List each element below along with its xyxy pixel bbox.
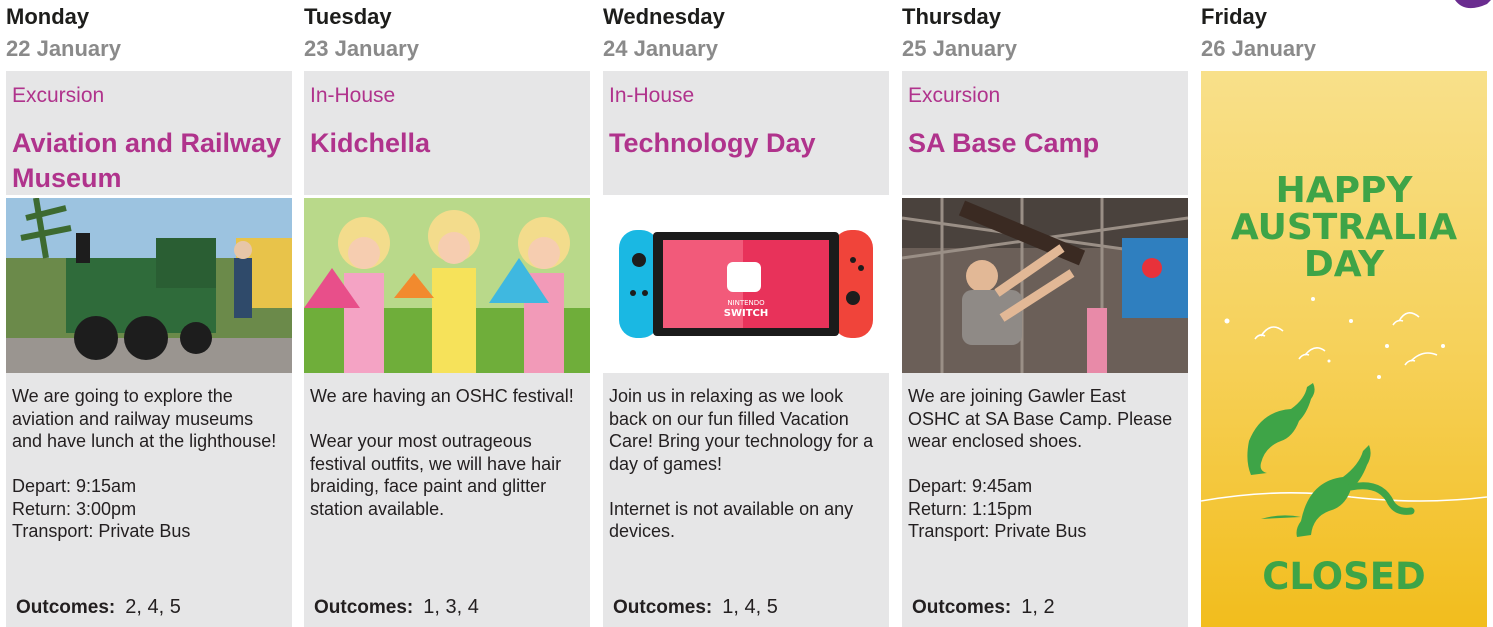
heading-line: HAPPY <box>1275 170 1413 211</box>
day-column-friday: Friday 26 January HAPPY AUSTRALIA DAY CL… <box>1201 0 1487 627</box>
outcomes-label: Outcomes: <box>912 597 1012 618</box>
day-name: Monday <box>6 4 90 29</box>
outcomes-label: Outcomes: <box>314 597 414 618</box>
activity-type: Excursion <box>908 84 1001 107</box>
day-name: Friday <box>1201 4 1268 29</box>
activity-description: We are going to explore the aviation and… <box>12 386 277 541</box>
outcomes-value: 1, 4, 5 <box>722 596 778 618</box>
festival-photo <box>304 198 590 373</box>
day-name: Wednesday <box>603 4 725 29</box>
activity-details: We are going to explore the aviation and… <box>6 373 292 627</box>
activity-type: Excursion <box>12 84 105 107</box>
kangaroo-illustration <box>1201 297 1487 537</box>
outcomes-value: 1, 2 <box>1021 596 1055 618</box>
day-name: Tuesday <box>304 4 392 29</box>
activity-details: We are having an OSHC festival! Wear you… <box>304 373 590 627</box>
day-name: Thursday <box>902 4 1002 29</box>
nintendo-switch-photo: NINTENDO SWITCH <box>603 198 889 373</box>
outcomes: Outcomes: 1, 2 <box>912 596 1055 619</box>
activity-details: Join us in relaxing as we look back on o… <box>603 373 889 627</box>
outcomes: Outcomes: 1, 4, 5 <box>613 596 778 619</box>
outcomes: Outcomes: 2, 4, 5 <box>16 596 181 619</box>
activity-title: SA Base Camp <box>908 128 1100 158</box>
activity-title: Kidchella <box>310 128 431 158</box>
activity-details: We are joining Gawler East OSHC at SA Ba… <box>902 373 1188 627</box>
train-photo <box>6 198 292 373</box>
day-column-tuesday: Tuesday 23 January In-House Kidchella We… <box>304 0 590 627</box>
closed-label: CLOSED <box>1262 555 1426 598</box>
activity-type: In-House <box>609 84 695 107</box>
australia-day-panel: HAPPY AUSTRALIA DAY CLOSED <box>1201 71 1487 627</box>
activity-header: Excursion Aviation and Railway Museum <box>6 71 292 195</box>
switch-brand-line1: NINTENDO <box>727 299 765 307</box>
activity-header: Excursion SA Base Camp <box>902 71 1188 195</box>
day-column-monday: Monday 22 January Excursion Aviation and… <box>6 0 292 627</box>
day-date: 22 January <box>6 36 121 61</box>
activity-title: Aviation and Railway Museum <box>12 128 282 193</box>
activity-title: Technology Day <box>609 128 816 158</box>
outcomes-value: 1, 3, 4 <box>423 596 479 618</box>
switch-brand-line2: SWITCH <box>724 308 768 319</box>
australia-day-heading: HAPPY AUSTRALIA DAY <box>1201 172 1487 283</box>
day-date: 24 January <box>603 36 718 61</box>
outcomes: Outcomes: 1, 3, 4 <box>314 596 479 619</box>
activity-description: We are having an OSHC festival! Wear you… <box>310 386 574 519</box>
day-column-wednesday: Wednesday 24 January In-House Technology… <box>603 0 889 627</box>
activity-type: In-House <box>310 84 396 107</box>
heading-line: AUSTRALIA <box>1230 207 1458 248</box>
heading-line: DAY <box>1303 244 1385 285</box>
brand-logo-fragment <box>1455 0 1491 9</box>
activity-header: In-House Kidchella <box>304 71 590 195</box>
day-column-thursday: Thursday 25 January Excursion SA Base Ca… <box>902 0 1188 627</box>
day-date: 23 January <box>304 36 419 61</box>
activity-description: Join us in relaxing as we look back on o… <box>609 386 874 541</box>
activity-description: We are joining Gawler East OSHC at SA Ba… <box>908 386 1173 541</box>
activity-header: In-House Technology Day <box>603 71 889 195</box>
outcomes-value: 2, 4, 5 <box>125 596 181 618</box>
outcomes-label: Outcomes: <box>613 597 713 618</box>
outcomes-label: Outcomes: <box>16 597 116 618</box>
climbing-photo <box>902 198 1188 373</box>
day-date: 25 January <box>902 36 1017 61</box>
day-date: 26 January <box>1201 36 1316 61</box>
